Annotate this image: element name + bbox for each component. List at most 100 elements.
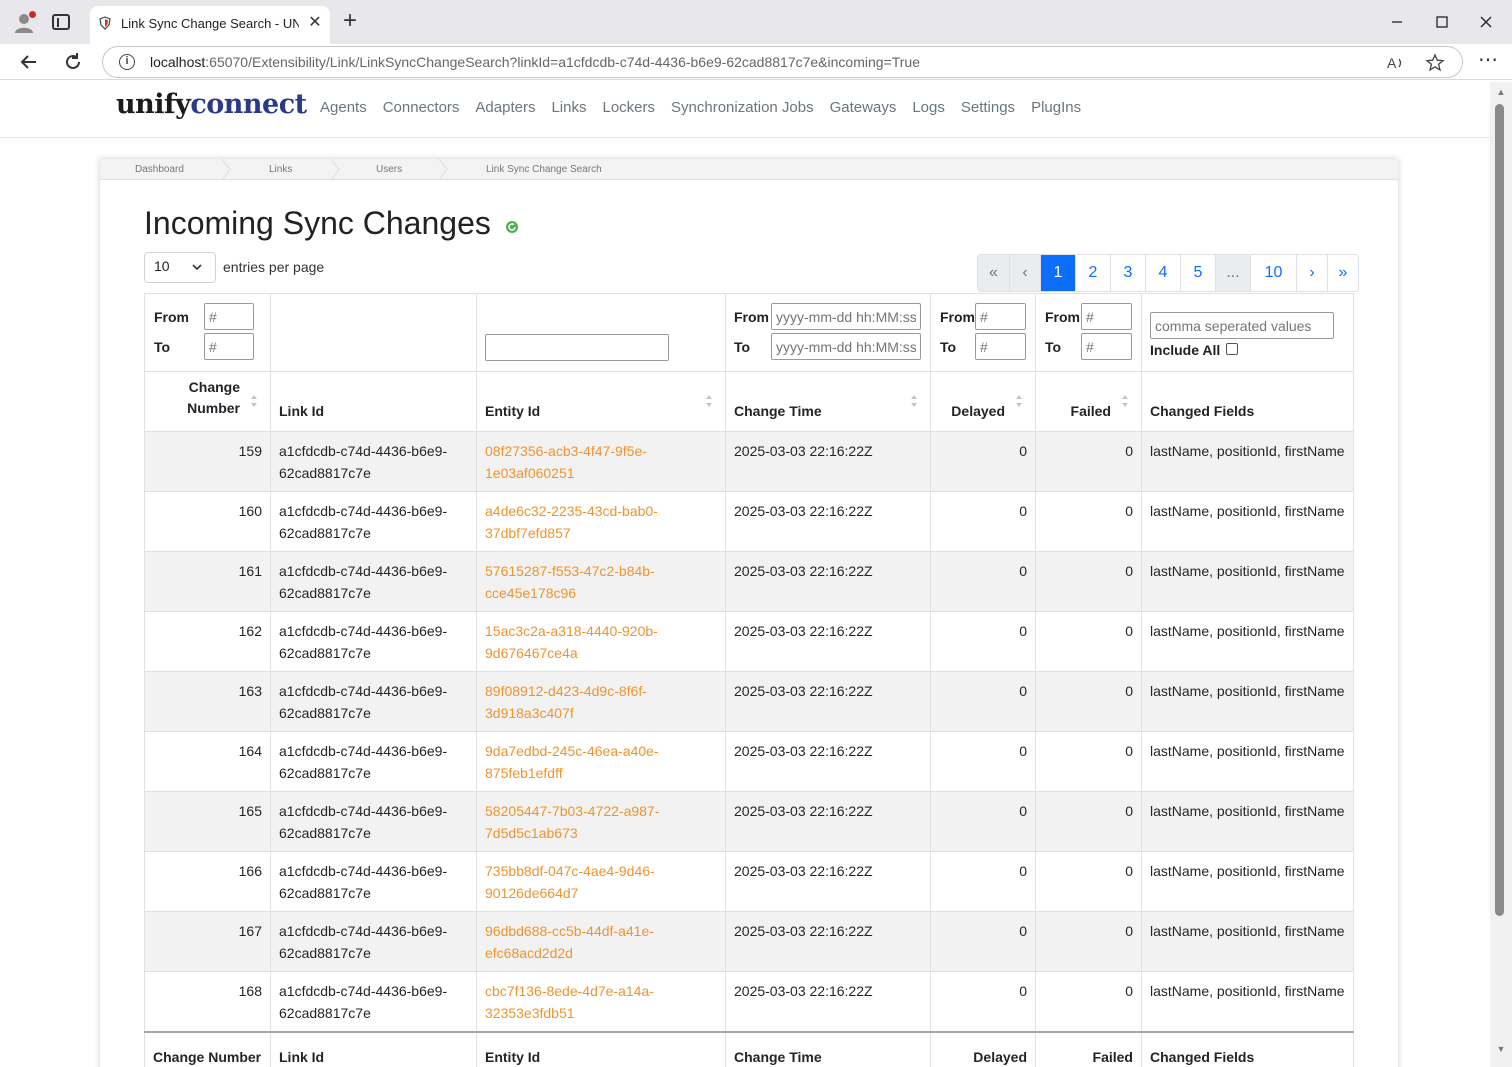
column-header-change-number[interactable]: Change Number bbox=[144, 371, 271, 432]
failed-from-input[interactable] bbox=[1081, 303, 1132, 330]
entity-id-link[interactable]: 58205447-7b03-4722-a987-7d5d5c1ab673 bbox=[485, 803, 659, 841]
pagination-page-2[interactable]: 2 bbox=[1075, 255, 1110, 291]
pagination: « ‹ 1 2 3 4 5 ... 10 › » bbox=[977, 254, 1359, 292]
entries-per-page-select[interactable]: 10 bbox=[144, 252, 216, 283]
cell-changed-fields: lastName, positionId, firstName bbox=[1141, 551, 1354, 612]
refresh-icon[interactable] bbox=[60, 49, 86, 75]
tab-close-icon[interactable]: ✕ bbox=[306, 13, 324, 33]
back-icon[interactable] bbox=[16, 49, 42, 75]
pagination-page-10[interactable]: 10 bbox=[1250, 255, 1296, 291]
refresh-green-icon[interactable] bbox=[505, 220, 519, 234]
cell-failed: 0 bbox=[1035, 671, 1142, 732]
table-row: 167 a1cfdcdb-c74d-4436-b6e9-62cad8817c7e 9… bbox=[144, 911, 1354, 972]
nav-settings[interactable]: Settings bbox=[961, 99, 1015, 119]
unifyconnect-logo[interactable]: unifyconnect bbox=[116, 89, 307, 125]
entity-id-link[interactable]: 89f08912-d423-4d9c-8f6f-3d918a3c407f bbox=[485, 683, 647, 721]
column-header-delayed[interactable]: Delayed bbox=[930, 371, 1036, 432]
nav-links[interactable]: Links bbox=[551, 99, 586, 119]
maximize-icon[interactable] bbox=[1430, 10, 1454, 34]
breadcrumb-current: Link Sync Change Search bbox=[486, 164, 602, 175]
entity-id-link[interactable]: a4de6c32-2235-43cd-bab0-37dbf7efd857 bbox=[485, 503, 658, 541]
scroll-down-arrow-icon[interactable]: ▼ bbox=[1494, 1044, 1508, 1056]
change-time-from-input[interactable] bbox=[771, 303, 921, 330]
column-header-change-time[interactable]: Change Time bbox=[725, 371, 931, 432]
pagination-next[interactable]: › bbox=[1296, 255, 1327, 291]
changed-fields-input[interactable] bbox=[1150, 312, 1334, 339]
header-change-label-1: Change bbox=[188, 379, 240, 395]
pagination-first[interactable]: « bbox=[978, 255, 1009, 291]
scroll-up-arrow-icon[interactable]: ▲ bbox=[1494, 87, 1508, 99]
cell-failed: 0 bbox=[1035, 491, 1142, 552]
main-nav: Agents Connectors Adapters Links Lockers… bbox=[320, 99, 1081, 119]
header-time-label: Change Time bbox=[734, 403, 822, 419]
column-header-entity-id[interactable]: Entity Id bbox=[476, 371, 726, 432]
change-number-from-input[interactable] bbox=[204, 303, 254, 330]
cell-link-id: a1cfdcdb-c74d-4436-b6e9-62cad8817c7e bbox=[270, 731, 477, 792]
cell-change-time: 2025-03-03 22:16:22Z bbox=[725, 551, 931, 612]
nav-gateways[interactable]: Gateways bbox=[830, 99, 897, 119]
browser-tab[interactable]: Link Sync Change Search - UNIFYCONNECT ✕ bbox=[90, 6, 330, 44]
entity-id-link[interactable]: cbc7f136-8ede-4d7e-a14a-32353e3fdb51 bbox=[485, 983, 654, 1021]
include-all-checkbox[interactable] bbox=[1226, 343, 1238, 355]
nav-synchronization-jobs[interactable]: Synchronization Jobs bbox=[671, 99, 814, 119]
cell-change-time: 2025-03-03 22:16:22Z bbox=[725, 851, 931, 912]
pagination-page-1[interactable]: 1 bbox=[1040, 255, 1075, 291]
from-label: From bbox=[734, 309, 769, 325]
nav-connectors[interactable]: Connectors bbox=[383, 99, 460, 119]
change-number-to-input[interactable] bbox=[204, 333, 254, 360]
sort-icon bbox=[251, 395, 257, 407]
cell-delayed: 0 bbox=[930, 731, 1036, 792]
entity-id-link[interactable]: 96dbd688-cc5b-44df-a41e-efc68acd2d2d bbox=[485, 923, 654, 961]
breadcrumb-users[interactable]: Users bbox=[376, 164, 402, 175]
cell-failed: 0 bbox=[1035, 611, 1142, 672]
pagination-page-3[interactable]: 3 bbox=[1110, 255, 1145, 291]
nav-adapters[interactable]: Adapters bbox=[475, 99, 535, 119]
read-aloud-icon[interactable]: A bbox=[1383, 51, 1407, 75]
nav-lockers[interactable]: Lockers bbox=[603, 99, 656, 119]
breadcrumb-links[interactable]: Links bbox=[269, 164, 292, 175]
favorite-star-icon[interactable] bbox=[1423, 51, 1447, 75]
pagination-page-5[interactable]: 5 bbox=[1180, 255, 1215, 291]
pagination-prev[interactable]: ‹ bbox=[1009, 255, 1040, 291]
failed-to-input[interactable] bbox=[1081, 333, 1132, 360]
header-change-label-2: Number bbox=[187, 400, 240, 416]
info-icon[interactable]: i bbox=[119, 54, 135, 70]
entity-id-filter-input[interactable] bbox=[485, 334, 669, 361]
url-field[interactable]: i localhost:65070/Extensibility/Link/Lin… bbox=[102, 46, 1463, 78]
cell-delayed: 0 bbox=[930, 611, 1036, 672]
cell-link-id: a1cfdcdb-c74d-4436-b6e9-62cad8817c7e bbox=[270, 851, 477, 912]
close-icon[interactable] bbox=[1474, 10, 1498, 34]
minimize-icon[interactable] bbox=[1385, 10, 1409, 34]
nav-logs[interactable]: Logs bbox=[912, 99, 945, 119]
browser-tab-bar: Link Sync Change Search - UNIFYCONNECT ✕… bbox=[0, 0, 1512, 44]
entity-id-link[interactable]: 15ac3c2a-a318-4440-920b-9d676467ce4a bbox=[485, 623, 658, 661]
breadcrumb-dashboard[interactable]: Dashboard bbox=[135, 164, 184, 175]
change-time-to-input[interactable] bbox=[771, 333, 921, 360]
entity-id-link[interactable]: 57615287-f553-47c2-b84b-cce45e178c96 bbox=[485, 563, 655, 601]
cell-change-number: 165 bbox=[144, 791, 271, 852]
notification-dot-icon bbox=[29, 11, 36, 18]
entity-id-link[interactable]: 9da7edbd-245c-46ea-a40e-875feb1efdff bbox=[485, 743, 659, 781]
tabs-icon[interactable] bbox=[52, 14, 70, 30]
cell-change-time: 2025-03-03 22:16:22Z bbox=[725, 971, 931, 1032]
url-text: localhost:65070/Extensibility/Link/LinkS… bbox=[150, 54, 1390, 72]
page-scrollbar[interactable]: ▲ ▼ bbox=[1490, 82, 1512, 1067]
entity-id-link[interactable]: 08f27356-acb3-4f47-9f5e-1e03af060251 bbox=[485, 443, 647, 481]
pagination-last[interactable]: » bbox=[1327, 255, 1358, 291]
cell-delayed: 0 bbox=[930, 791, 1036, 852]
delayed-filter-cell: From To bbox=[930, 293, 1036, 372]
delayed-from-input[interactable] bbox=[975, 303, 1026, 330]
url-host: localhost bbox=[150, 54, 206, 70]
cell-change-number: 160 bbox=[144, 491, 271, 552]
cell-link-id: a1cfdcdb-c74d-4436-b6e9-62cad8817c7e bbox=[270, 791, 477, 852]
entity-id-link[interactable]: 735bb8df-047c-4ae4-9d46-90126de664d7 bbox=[485, 863, 655, 901]
pagination-page-4[interactable]: 4 bbox=[1145, 255, 1180, 291]
column-header-failed[interactable]: Failed bbox=[1035, 371, 1142, 432]
to-label: To bbox=[734, 339, 751, 355]
scroll-thumb[interactable] bbox=[1495, 104, 1504, 916]
nav-agents[interactable]: Agents bbox=[320, 99, 367, 119]
nav-plugins[interactable]: PlugIns bbox=[1031, 99, 1081, 119]
more-icon[interactable]: ⋯ bbox=[1476, 50, 1500, 74]
delayed-to-input[interactable] bbox=[975, 333, 1026, 360]
new-tab-icon[interactable]: + bbox=[338, 9, 362, 34]
